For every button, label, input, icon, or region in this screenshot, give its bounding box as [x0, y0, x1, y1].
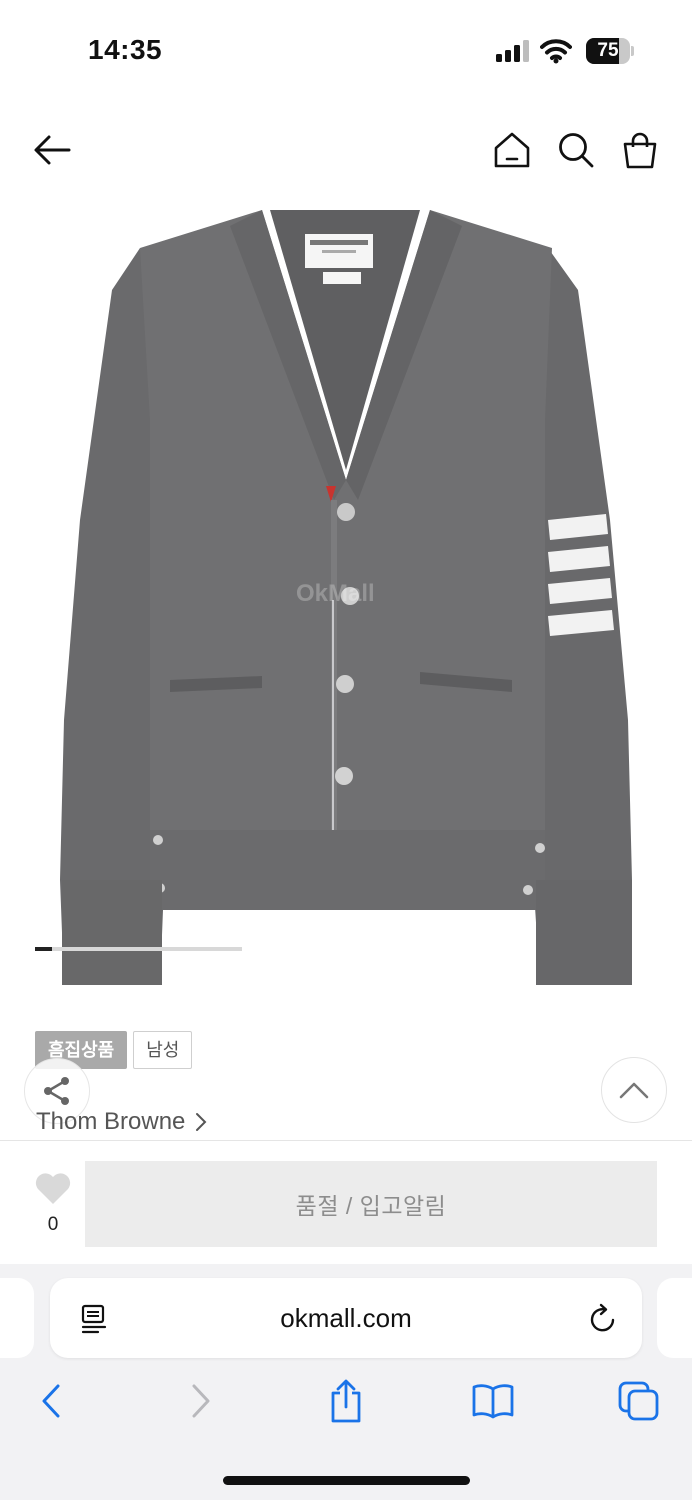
badge-gender: 남성	[133, 1031, 193, 1069]
browser-forward-button[interactable]	[176, 1376, 226, 1426]
home-icon	[494, 132, 530, 168]
browser-tabs-button[interactable]	[614, 1376, 664, 1426]
url-text: okmall.com	[280, 1303, 412, 1333]
signal-icon	[496, 40, 529, 62]
next-tab-preview[interactable]	[657, 1278, 692, 1358]
forward-icon	[192, 1384, 210, 1418]
share-icon	[44, 1077, 69, 1105]
home-button[interactable]	[492, 130, 532, 170]
chevron-up-icon	[619, 1082, 649, 1099]
image-watermark: OkMall	[296, 580, 375, 607]
bookmarks-icon	[472, 1384, 514, 1419]
shopping-bag-button[interactable]	[620, 130, 660, 170]
back-button[interactable]	[32, 130, 72, 170]
scroll-top-button[interactable]	[601, 1057, 667, 1123]
address-bar[interactable]: okmall.com	[50, 1278, 642, 1358]
battery-icon: 75	[586, 38, 634, 64]
status-bar: 14:35 75	[0, 0, 692, 100]
brand-link[interactable]: Thom Browne	[36, 1108, 207, 1136]
share-icon	[331, 1379, 361, 1423]
wifi-icon	[540, 39, 572, 64]
soldout-restock-button[interactable]: 품절 / 입고알림	[85, 1161, 657, 1247]
tabs-icon	[618, 1381, 659, 1421]
browser-share-button[interactable]	[321, 1376, 371, 1426]
browser-chrome: okmall.com	[0, 1264, 692, 1500]
shopping-bag-icon	[623, 132, 657, 169]
browser-toolbar	[0, 1376, 692, 1436]
browser-back-button[interactable]	[26, 1376, 76, 1426]
status-time: 14:35	[88, 34, 163, 65]
gallery-progress	[35, 947, 242, 951]
product-image-gallery[interactable]: OkMall	[0, 190, 692, 990]
wishlist-count: 0	[47, 1214, 59, 1235]
search-button[interactable]	[556, 130, 596, 170]
home-indicator[interactable]	[223, 1476, 470, 1485]
back-arrow-icon	[34, 135, 71, 165]
battery-level: 75	[597, 40, 619, 61]
gallery-progress-fill	[35, 947, 52, 951]
chevron-right-icon	[196, 1113, 207, 1131]
back-icon	[42, 1384, 60, 1418]
purchase-bar: 0 품절 / 입고알림	[0, 1140, 692, 1264]
brand-name: Thom Browne	[36, 1108, 186, 1135]
app-header	[0, 110, 692, 190]
search-icon	[559, 133, 594, 168]
heart-icon	[35, 1173, 71, 1204]
browser-bookmarks-button[interactable]	[468, 1376, 518, 1426]
previous-tab-preview[interactable]	[0, 1278, 34, 1358]
wishlist-button[interactable]: 0	[28, 1171, 78, 1241]
reload-icon[interactable]	[588, 1302, 618, 1334]
